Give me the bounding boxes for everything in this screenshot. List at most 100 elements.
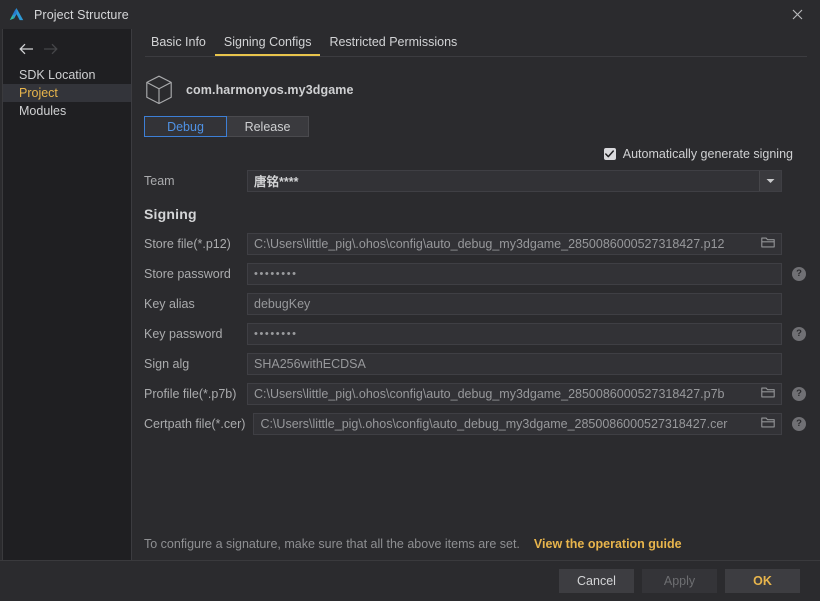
cube-package-icon [146, 75, 172, 105]
debug-button[interactable]: Debug [144, 116, 227, 137]
profile-file-label: Profile file(*.p7b) [144, 386, 237, 401]
store-file-value: C:\Users\little_pig\.ohos\config\auto_de… [254, 236, 725, 251]
sidebar-item-label: SDK Location [19, 68, 96, 82]
tab-label: Basic Info [151, 35, 206, 49]
profile-file-input[interactable]: C:\Users\little_pig\.ohos\config\auto_de… [247, 382, 782, 405]
signing-section-title: Signing [144, 206, 197, 222]
team-dropdown-button[interactable] [759, 170, 781, 191]
package-name: com.harmonyos.my3dgame [186, 83, 354, 97]
certpath-file-value: C:\Users\little_pig\.ohos\config\auto_de… [260, 416, 728, 431]
hint-text: To configure a signature, make sure that… [144, 537, 520, 551]
key-alias-control: debugKey [247, 292, 820, 315]
project-structure-dialog: Project Structure SDK Location Project M… [0, 0, 820, 601]
field-store-password: Store password •••••••• ? [132, 262, 820, 285]
sidebar: SDK Location Project Modules [3, 29, 132, 560]
debug-label: Debug [167, 119, 204, 134]
team-value: 唐铭**** [254, 175, 299, 189]
key-alias-input[interactable]: debugKey [247, 292, 782, 315]
field-key-password: Key password •••••••• ? [132, 322, 820, 345]
tab-label: Restricted Permissions [329, 35, 458, 49]
sidebar-item-modules[interactable]: Modules [3, 102, 131, 120]
help-circle-icon[interactable]: ? [792, 266, 806, 281]
release-button[interactable]: Release [226, 116, 309, 137]
help-circle-icon[interactable]: ? [792, 386, 806, 401]
sign-alg-value: SHA256withECDSA [254, 356, 366, 371]
auto-signing-row: Automatically generate signing [132, 137, 820, 161]
arrow-left-icon[interactable] [19, 43, 34, 55]
main-panel: Basic Info Signing Configs Restricted Pe… [132, 29, 820, 560]
sidebar-nav-arrows [3, 36, 131, 66]
store-password-input[interactable]: •••••••• [247, 262, 782, 285]
arrow-right-icon[interactable] [43, 43, 58, 55]
key-alias-label: Key alias [144, 296, 195, 311]
store-password-control: •••••••• ? [247, 262, 820, 285]
sidebar-item-project[interactable]: Project [3, 84, 131, 102]
key-alias-value: debugKey [254, 296, 311, 311]
key-password-value: •••••••• [254, 327, 298, 340]
folder-open-icon [761, 417, 775, 427]
build-variant-row: Debug Release [132, 107, 820, 137]
certpath-file-control: C:\Users\little_pig\.ohos\config\auto_de… [253, 412, 820, 435]
sidebar-item-label: Project [19, 86, 58, 100]
key-password-control: •••••••• ? [247, 322, 820, 345]
tab-signing-configs[interactable]: Signing Configs [214, 35, 321, 56]
operation-guide-link[interactable]: View the operation guide [534, 537, 682, 551]
certpath-file-label: Certpath file(*.cer) [144, 416, 246, 431]
field-sign-alg: Sign alg SHA256withECDSA [132, 352, 820, 375]
folder-open-icon [761, 387, 775, 397]
package-header: com.harmonyos.my3dgame [132, 57, 820, 107]
store-file-browse-button[interactable] [761, 236, 775, 251]
auto-signing-checkbox[interactable] [603, 148, 616, 160]
certpath-file-browse-button[interactable] [761, 416, 775, 431]
release-label: Release [244, 119, 291, 134]
store-file-label: Store file(*.p12) [144, 236, 231, 251]
sign-alg-input[interactable]: SHA256withECDSA [247, 352, 782, 375]
certpath-file-input[interactable]: C:\Users\little_pig\.ohos\config\auto_de… [253, 412, 782, 435]
chevron-down-icon [766, 178, 775, 183]
sign-alg-label: Sign alg [144, 356, 190, 371]
signing-form: Team 唐铭**** Signing Store file(*.p12) C:… [132, 161, 820, 435]
field-team: Team 唐铭**** [132, 169, 820, 192]
field-key-alias: Key alias debugKey [132, 292, 820, 315]
field-certpath-file: Certpath file(*.cer) C:\Users\little_pig… [132, 412, 820, 435]
dialog-button-bar: Cancel Apply OK [0, 560, 820, 601]
deveco-logo-icon [9, 8, 24, 21]
build-variant-segmented: Debug Release [144, 116, 309, 137]
tab-label: Signing Configs [223, 35, 312, 49]
help-circle-icon[interactable]: ? [792, 416, 806, 431]
sidebar-item-sdk-location[interactable]: SDK Location [3, 66, 131, 84]
sign-alg-control: SHA256withECDSA [247, 352, 820, 375]
tab-basic-info[interactable]: Basic Info [142, 35, 215, 56]
store-password-value: •••••••• [254, 267, 298, 280]
apply-button[interactable]: Apply [642, 569, 717, 593]
store-file-control: C:\Users\little_pig\.ohos\config\auto_de… [247, 232, 820, 255]
key-password-input[interactable]: •••••••• [247, 322, 782, 345]
team-select[interactable]: 唐铭**** [247, 169, 782, 192]
tab-restricted-permissions[interactable]: Restricted Permissions [320, 35, 466, 56]
close-icon [792, 9, 802, 20]
team-control: 唐铭**** [247, 169, 820, 192]
tab-bar: Basic Info Signing Configs Restricted Pe… [132, 29, 820, 56]
sidebar-item-label: Modules [19, 104, 67, 118]
cancel-button[interactable]: Cancel [559, 569, 634, 593]
check-icon [605, 150, 615, 158]
signing-configs-content: com.harmonyos.my3dgame Debug Release Aut… [132, 57, 820, 560]
title-bar: Project Structure [0, 0, 820, 29]
profile-file-value: C:\Users\little_pig\.ohos\config\auto_de… [254, 386, 725, 401]
store-file-input[interactable]: C:\Users\little_pig\.ohos\config\auto_de… [247, 232, 782, 255]
profile-file-control: C:\Users\little_pig\.ohos\config\auto_de… [247, 382, 820, 405]
auto-signing-label[interactable]: Automatically generate signing [623, 147, 793, 161]
profile-file-browse-button[interactable] [761, 386, 775, 401]
field-profile-file: Profile file(*.p7b) C:\Users\little_pig\… [132, 382, 820, 405]
close-button[interactable] [774, 0, 820, 29]
dialog-body: SDK Location Project Modules Basic Info … [0, 29, 820, 560]
key-password-label: Key password [144, 326, 223, 341]
help-circle-icon[interactable]: ? [792, 326, 806, 341]
ok-button[interactable]: OK [725, 569, 800, 593]
store-password-label: Store password [144, 266, 231, 281]
signature-hint: To configure a signature, make sure that… [132, 528, 820, 560]
team-label: Team [144, 173, 175, 188]
field-store-file: Store file(*.p12) C:\Users\little_pig\.o… [132, 232, 820, 255]
window-title: Project Structure [34, 7, 129, 22]
folder-open-icon [761, 237, 775, 247]
